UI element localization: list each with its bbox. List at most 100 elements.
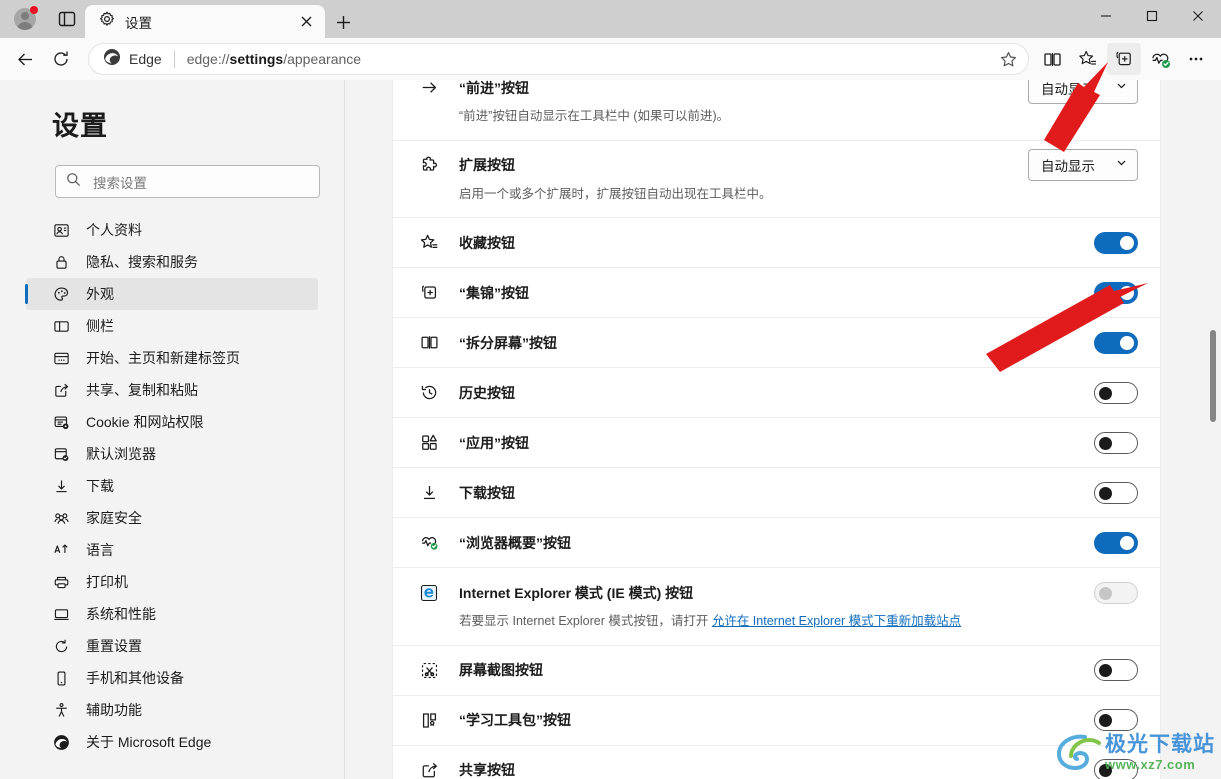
browser-tab-settings[interactable]: 设置 [85,5,325,38]
sidebar-icon [52,317,70,335]
chevron-down-icon [1115,156,1128,174]
edge-brand-label: Edge [129,51,162,67]
toggle-switch[interactable] [1094,381,1138,404]
watermark-cn: 极光下载站 [1105,732,1215,756]
sidebar-item-2[interactable]: 外观 [25,278,318,310]
avatar-alert-badge [30,6,38,14]
ie-mode-link[interactable]: 允许在 Internet Explorer 模式下重新加载站点 [712,614,961,628]
toggle-switch[interactable] [1094,581,1138,604]
add-favorite-icon[interactable] [994,45,1022,73]
sidebar-item-6[interactable]: Cookie 和网站权限 [26,406,318,438]
sidebar-item-12[interactable]: 系统和性能 [26,598,318,630]
url-text: edge://settings/appearance [186,51,362,67]
toggle-switch[interactable] [1094,431,1138,454]
sidebar-item-9[interactable]: 家庭安全 [26,502,318,534]
setting-label: “学习工具包”按钮 [459,712,571,728]
content-scrollbar[interactable] [1208,80,1218,779]
share-arrow-icon [419,760,439,779]
split-screen-icon[interactable] [1035,43,1069,75]
sidebar-item-16[interactable]: 关于 Microsoft Edge [26,726,318,758]
lock-icon [52,253,70,271]
sidebar-item-3[interactable]: 侧栏 [26,310,318,342]
toggle-switch[interactable] [1094,709,1138,731]
new-tab-button[interactable] [330,9,356,35]
download-arrow-icon [419,483,439,503]
favorites-icon[interactable] [1071,43,1105,75]
dropdown-select[interactable]: 自动显示 [1028,149,1138,181]
minimize-button[interactable] [1083,0,1129,32]
sidebar-item-0[interactable]: 个人资料 [26,214,318,246]
sidebar-item-label: 下载 [86,478,114,494]
sidebar-item-label: 系统和性能 [86,606,156,622]
sidebar-item-10[interactable]: 语言 [26,534,318,566]
setting-label: 历史按钮 [459,384,515,401]
appearance-settings-card: “前进”按钮 自动显示 “前进”按钮自动显示在工具栏中 (如果可以前进)。扩展按钮 自… [393,80,1160,779]
profile-icon [52,221,70,239]
reload-button[interactable] [44,43,78,75]
title-bar: 设置 [0,0,1221,38]
toggle-switch[interactable] [1094,659,1138,681]
accessibility-icon [52,701,70,719]
language-icon [52,541,70,559]
browser-toolbar: Edge edge://settings/appearance [0,38,1221,80]
profile-avatar-button[interactable] [10,4,40,34]
browser-essentials-icon [419,533,439,553]
sidebar-item-11[interactable]: 打印机 [26,566,318,598]
title-bar-left-controls [0,0,82,38]
setting-row-7: 下载按钮 [393,468,1160,518]
sidebar-item-5[interactable]: 共享、复制和粘贴 [26,374,318,406]
sidebar-item-label: 默认浏览器 [86,446,156,462]
setting-row-0: “前进”按钮 自动显示 “前进”按钮自动显示在工具栏中 (如果可以前进)。 [393,80,1160,141]
setting-row-main: “集锦”按钮 [419,268,1138,317]
sidebar-item-1[interactable]: 隐私、搜索和服务 [26,246,318,278]
download-icon [52,477,70,495]
toggle-switch[interactable] [1094,531,1138,554]
toggle-switch[interactable] [1094,231,1138,254]
setting-label: 收藏按钮 [459,234,515,251]
setting-label: “集锦”按钮 [459,284,529,301]
sidebar-item-13[interactable]: 重置设置 [26,630,318,662]
setting-row-9: Internet Explorer 模式 (IE 模式) 按钮 若要显示 Inte… [393,568,1160,646]
sidebar-item-7[interactable]: 默认浏览器 [26,438,318,470]
setting-row-main: 收藏按钮 [419,218,1138,267]
collections-icon[interactable] [1107,43,1141,75]
browser-essentials-icon[interactable] [1143,43,1177,75]
back-button[interactable] [8,43,42,75]
tab-actions-icon[interactable] [52,4,82,34]
dropdown-select[interactable]: 自动显示 [1028,80,1138,104]
setting-row-2: 收藏按钮 [393,218,1160,268]
setting-row-10: 屏幕截图按钮 [393,646,1160,696]
close-icon[interactable] [295,11,317,33]
toggle-switch[interactable] [1094,331,1138,354]
sidebar-item-label: 共享、复制和粘贴 [86,382,198,398]
edge-brand: Edge [103,48,162,71]
setting-label: 扩展按钮 [459,157,515,173]
cookie-icon [52,413,70,431]
sidebar-item-14[interactable]: 手机和其他设备 [26,662,318,694]
close-window-button[interactable] [1175,0,1221,32]
sidebar-item-label: 个人资料 [86,222,142,238]
maximize-button[interactable] [1129,0,1175,32]
sidebar-item-label: 手机和其他设备 [86,670,184,686]
toggle-switch[interactable] [1094,481,1138,504]
sidebar-item-label: 外观 [86,286,114,302]
sidebar-item-8[interactable]: 下载 [26,470,318,502]
setting-label: “浏览器概要”按钮 [459,534,571,551]
settings-sidebar: 设置 搜索设置 个人资料 隐私、搜索和服务 外观 侧栏 开始、主页和新建标签页 共享、复制… [0,80,345,779]
toggle-switch[interactable] [1094,281,1138,304]
sidebar-item-label: 隐私、搜索和服务 [86,254,198,270]
split-screen-icon [419,333,439,353]
gear-icon [99,11,115,32]
more-options-icon[interactable] [1179,43,1213,75]
chevron-down-icon [1115,80,1128,97]
search-input[interactable]: 搜索设置 [55,165,320,198]
sidebar-item-label: 语言 [86,542,114,558]
window-controls [1083,0,1221,32]
address-bar[interactable]: Edge edge://settings/appearance [88,43,1029,75]
sidebar-item-4[interactable]: 开始、主页和新建标签页 [26,342,318,374]
setting-row-3: “集锦”按钮 [393,268,1160,318]
scrollbar-thumb[interactable] [1210,330,1216,422]
sidebar-item-15[interactable]: 辅助功能 [26,694,318,726]
default-browser-icon [52,445,70,463]
setting-description: 启用一个或多个扩展时，扩展按钮自动出现在工具栏中。 [459,186,772,201]
